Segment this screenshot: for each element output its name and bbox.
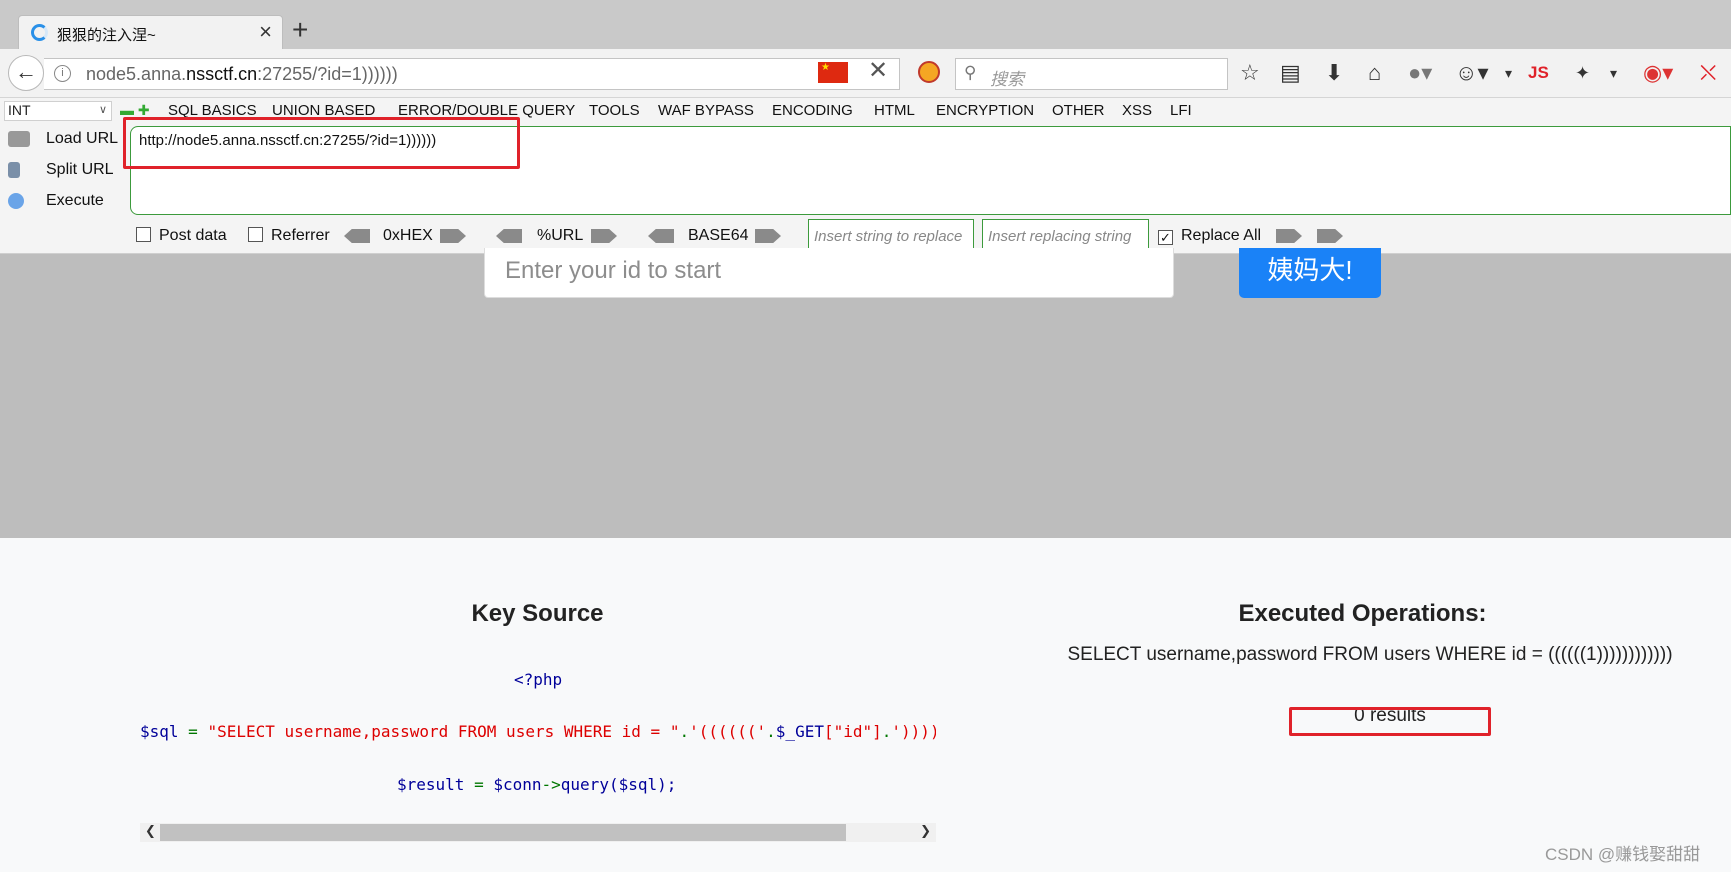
js-toggle-icon[interactable]: JS <box>1528 59 1549 87</box>
china-flag-icon: ★ <box>818 62 848 83</box>
search-box[interactable]: ⚲ 搜索 <box>955 58 1228 90</box>
close-tab-icon[interactable]: × <box>259 19 272 45</box>
address-bar[interactable]: i node5.anna.nssctf.cn:27255/?id=1)))))) <box>44 58 900 90</box>
id-input[interactable]: Enter your id to start <box>484 248 1174 298</box>
urlenc-label: %URL <box>537 227 584 244</box>
bug-dropdown-icon[interactable]: ▾ <box>1610 59 1617 87</box>
search-placeholder: 搜索 <box>990 70 1024 89</box>
post-data-label: Post data <box>159 227 227 244</box>
menu-tools[interactable]: TOOLS <box>589 102 640 119</box>
referrer-checkbox[interactable]: Referrer <box>248 227 330 245</box>
post-data-checkbox[interactable]: Post data <box>136 227 227 245</box>
split-url-label: Split URL <box>46 161 114 178</box>
executed-operations-heading: Executed Operations: <box>1238 600 1487 627</box>
stop-loading-icon[interactable]: ✕ <box>868 56 888 85</box>
hackbar-addon-icon[interactable]: ◉▾ <box>1643 59 1673 87</box>
addon-globe-icon[interactable]: ●▾ <box>1408 59 1432 87</box>
php-open-tag: <?php <box>514 670 563 689</box>
load-url-icon <box>8 130 30 147</box>
executed-sql-text: SELECT username,password FROM users WHER… <box>1067 644 1673 665</box>
tab-title: 狠狠的注入涅~ <box>57 27 156 44</box>
code-line-result: $result = $conn->query($sql); <box>397 775 677 794</box>
bug-icon[interactable]: ✦ <box>1575 59 1590 87</box>
loading-spinner-icon <box>31 24 48 41</box>
new-tab-button[interactable]: + <box>292 16 308 44</box>
split-url-button[interactable]: Split URL <box>8 161 114 179</box>
back-button[interactable]: ← <box>8 55 44 91</box>
execute-button[interactable]: Execute <box>8 192 104 210</box>
id-input-placeholder: Enter your id to start <box>505 257 722 284</box>
menu-lfi[interactable]: LFI <box>1170 102 1192 119</box>
load-url-button[interactable]: Load URL <box>8 130 118 148</box>
split-url-icon <box>8 161 20 178</box>
submit-button[interactable]: 姨妈大! <box>1239 248 1381 298</box>
replace-all-box[interactable]: ✓ <box>1158 230 1173 245</box>
referrer-label: Referrer <box>271 227 330 244</box>
menu-encryption[interactable]: ENCRYPTION <box>936 102 1034 119</box>
scroll-left-icon[interactable]: ❮ <box>145 823 156 839</box>
menu-html[interactable]: HTML <box>874 102 915 119</box>
highlight-box-url <box>123 117 520 169</box>
download-icon[interactable]: ⬇ <box>1325 59 1343 87</box>
post-data-box[interactable] <box>136 227 151 242</box>
replace-all-label: Replace All <box>1181 227 1262 244</box>
search-icon: ⚲ <box>964 63 977 82</box>
hex-label: 0xHEX <box>383 227 433 244</box>
disable-icon[interactable]: ⛌ <box>1700 59 1716 87</box>
menu-xss[interactable]: XSS <box>1122 102 1152 119</box>
info-icon[interactable]: i <box>54 65 71 82</box>
referrer-box[interactable] <box>248 227 263 242</box>
menu-other[interactable]: OTHER <box>1052 102 1105 119</box>
noscript-icon[interactable] <box>918 61 940 83</box>
menu-dropdown-icon[interactable]: ▾ <box>1505 59 1512 87</box>
watermark: CSDN @赚钱娶甜甜 <box>1545 845 1701 864</box>
chevron-down-icon: ∨ <box>98 104 107 116</box>
base64-label: BASE64 <box>688 227 749 244</box>
type-select[interactable]: INT ∨ <box>4 101 112 121</box>
code-horizontal-scrollbar[interactable]: ❮ ❯ <box>140 823 936 842</box>
browser-tab[interactable]: 狠狠的注入涅~ × <box>18 15 283 49</box>
type-select-value: INT <box>8 102 31 118</box>
scroll-thumb[interactable] <box>160 824 846 841</box>
code-line-sql: $sql = "SELECT username,password FROM us… <box>140 722 936 741</box>
load-url-label: Load URL <box>46 130 119 147</box>
key-source-heading: Key Source <box>471 600 604 627</box>
menu-encoding[interactable]: ENCODING <box>772 102 853 119</box>
bookmark-star-icon[interactable]: ☆ <box>1240 59 1260 87</box>
reading-list-icon[interactable]: ▤ <box>1280 59 1301 87</box>
palette-icon[interactable]: ☺▾ <box>1455 59 1489 87</box>
menu-waf-bypass[interactable]: WAF BYPASS <box>658 102 754 119</box>
address-url: node5.anna.nssctf.cn:27255/?id=1)))))) <box>86 64 398 84</box>
home-icon[interactable]: ⌂ <box>1368 59 1381 87</box>
replace-all-checkbox[interactable]: ✓ Replace All <box>1158 227 1261 245</box>
execute-icon <box>8 192 24 209</box>
execute-label: Execute <box>46 192 104 209</box>
highlight-box-results <box>1289 707 1491 736</box>
scroll-right-icon[interactable]: ❯ <box>920 823 931 839</box>
